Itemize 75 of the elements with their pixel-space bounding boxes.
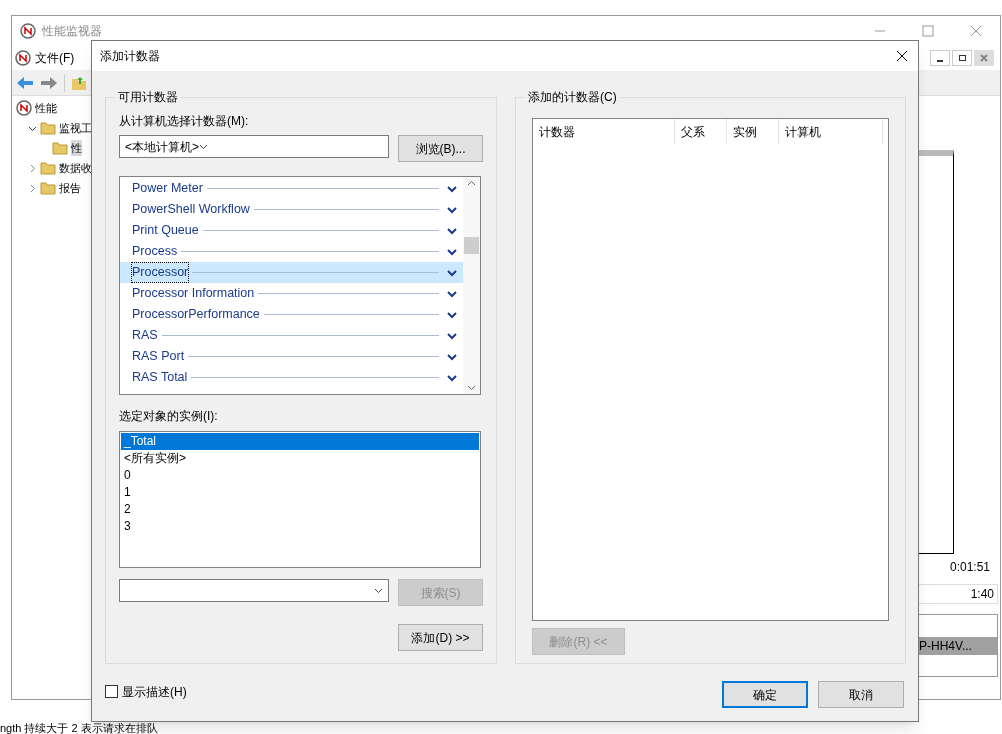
folder-icon xyxy=(52,141,68,155)
scrollbar[interactable] xyxy=(463,177,480,394)
cancel-button[interactable]: 取消 xyxy=(818,681,904,708)
tree-item[interactable]: 性 xyxy=(71,139,82,157)
instance-item[interactable]: 2 xyxy=(121,501,479,518)
group-title: 添加的计数器(C) xyxy=(527,89,618,106)
column-header[interactable]: 计数器 xyxy=(533,119,675,144)
scroll-down-icon[interactable] xyxy=(467,385,476,391)
forward-arrow-icon[interactable] xyxy=(40,75,58,90)
chevron-right-icon[interactable] xyxy=(28,183,37,193)
time-label: 0:01:51 xyxy=(948,559,991,576)
column-header[interactable]: 计算机 xyxy=(779,119,883,144)
counter-item[interactable]: ProcessorPerformance xyxy=(120,304,463,325)
chevron-down-icon[interactable] xyxy=(199,142,208,151)
counter-item[interactable]: Print Queue xyxy=(120,220,463,241)
menu-item[interactable]: 文件(F) xyxy=(35,49,75,67)
counter-item[interactable]: PowerShell Workflow xyxy=(120,199,463,220)
scroll-up-icon[interactable] xyxy=(467,180,476,186)
folder-icon xyxy=(40,181,56,195)
ok-button[interactable]: 确定 xyxy=(722,681,808,708)
counter-item[interactable]: RAS Port xyxy=(120,346,463,367)
back-arrow-icon[interactable] xyxy=(16,75,34,90)
counter-item[interactable]: Power Meter xyxy=(120,178,463,199)
browse-button[interactable]: 浏览(B)... xyxy=(398,135,483,162)
expand-icon[interactable] xyxy=(447,310,457,319)
counter-item[interactable]: RAS Total xyxy=(120,367,463,388)
group-title: 可用计数器 xyxy=(117,89,179,106)
column-header[interactable]: 实例 xyxy=(727,119,779,144)
instance-item[interactable]: 1 xyxy=(121,484,479,501)
window-title: 性能监视器 xyxy=(42,23,102,40)
chevron-right-icon[interactable] xyxy=(28,163,37,173)
expand-icon[interactable] xyxy=(447,226,457,235)
tree-item[interactable]: 性能 xyxy=(35,99,57,117)
search-field[interactable] xyxy=(119,579,389,602)
chevron-down-icon[interactable] xyxy=(374,586,383,595)
instance-item[interactable]: 0 xyxy=(121,467,479,484)
folder-up-icon[interactable] xyxy=(71,74,87,91)
dialog-title: 添加计数器 xyxy=(100,48,160,65)
status-text: ngth 持续大于 2 表示请求在排队 xyxy=(0,722,158,734)
counter-item[interactable]: Processor xyxy=(120,262,463,283)
close-icon[interactable] xyxy=(896,50,908,62)
expand-icon[interactable] xyxy=(447,352,457,361)
counter-item[interactable]: Processor Information xyxy=(120,283,463,304)
checkbox-label: 显示描述(H) xyxy=(122,683,187,701)
checkbox[interactable] xyxy=(105,685,118,698)
tree-item[interactable]: 报告 xyxy=(59,179,81,197)
expand-icon[interactable] xyxy=(447,289,457,298)
field-label: 从计算机选择计数器(M): xyxy=(119,113,250,130)
restore-icon[interactable] xyxy=(952,50,972,66)
expand-icon[interactable] xyxy=(447,184,457,193)
computer-dropdown[interactable]: <本地计算机> xyxy=(119,135,389,158)
column-header[interactable]: 父系 xyxy=(675,119,727,144)
duration-field: 1:40 xyxy=(918,584,998,604)
tree-item[interactable]: 监视工 xyxy=(59,119,91,137)
field-label: 选定对象的实例(I): xyxy=(119,408,219,425)
expand-icon[interactable] xyxy=(447,205,457,214)
gauge-icon xyxy=(20,23,36,39)
tree-item[interactable]: 数据收 xyxy=(59,159,91,177)
folder-icon xyxy=(40,161,56,175)
folder-icon xyxy=(40,121,56,135)
gauge-icon xyxy=(15,50,31,66)
instance-item[interactable]: 3 xyxy=(121,518,479,535)
expand-icon[interactable] xyxy=(447,331,457,340)
expand-icon[interactable] xyxy=(447,268,457,277)
add-button[interactable]: 添加(D) >> xyxy=(398,624,483,651)
gauge-icon xyxy=(16,100,32,116)
minimize-icon[interactable] xyxy=(930,50,950,66)
expand-icon[interactable] xyxy=(447,373,457,382)
expand-icon[interactable] xyxy=(447,247,457,256)
counter-item[interactable]: RAS xyxy=(120,325,463,346)
scroll-thumb[interactable] xyxy=(464,237,479,254)
counter-item[interactable]: Process xyxy=(120,241,463,262)
instance-item[interactable]: _Total xyxy=(121,433,479,450)
legend-item[interactable]: P-HH4V... xyxy=(919,636,997,655)
instance-item[interactable]: <所有实例> xyxy=(121,450,479,467)
